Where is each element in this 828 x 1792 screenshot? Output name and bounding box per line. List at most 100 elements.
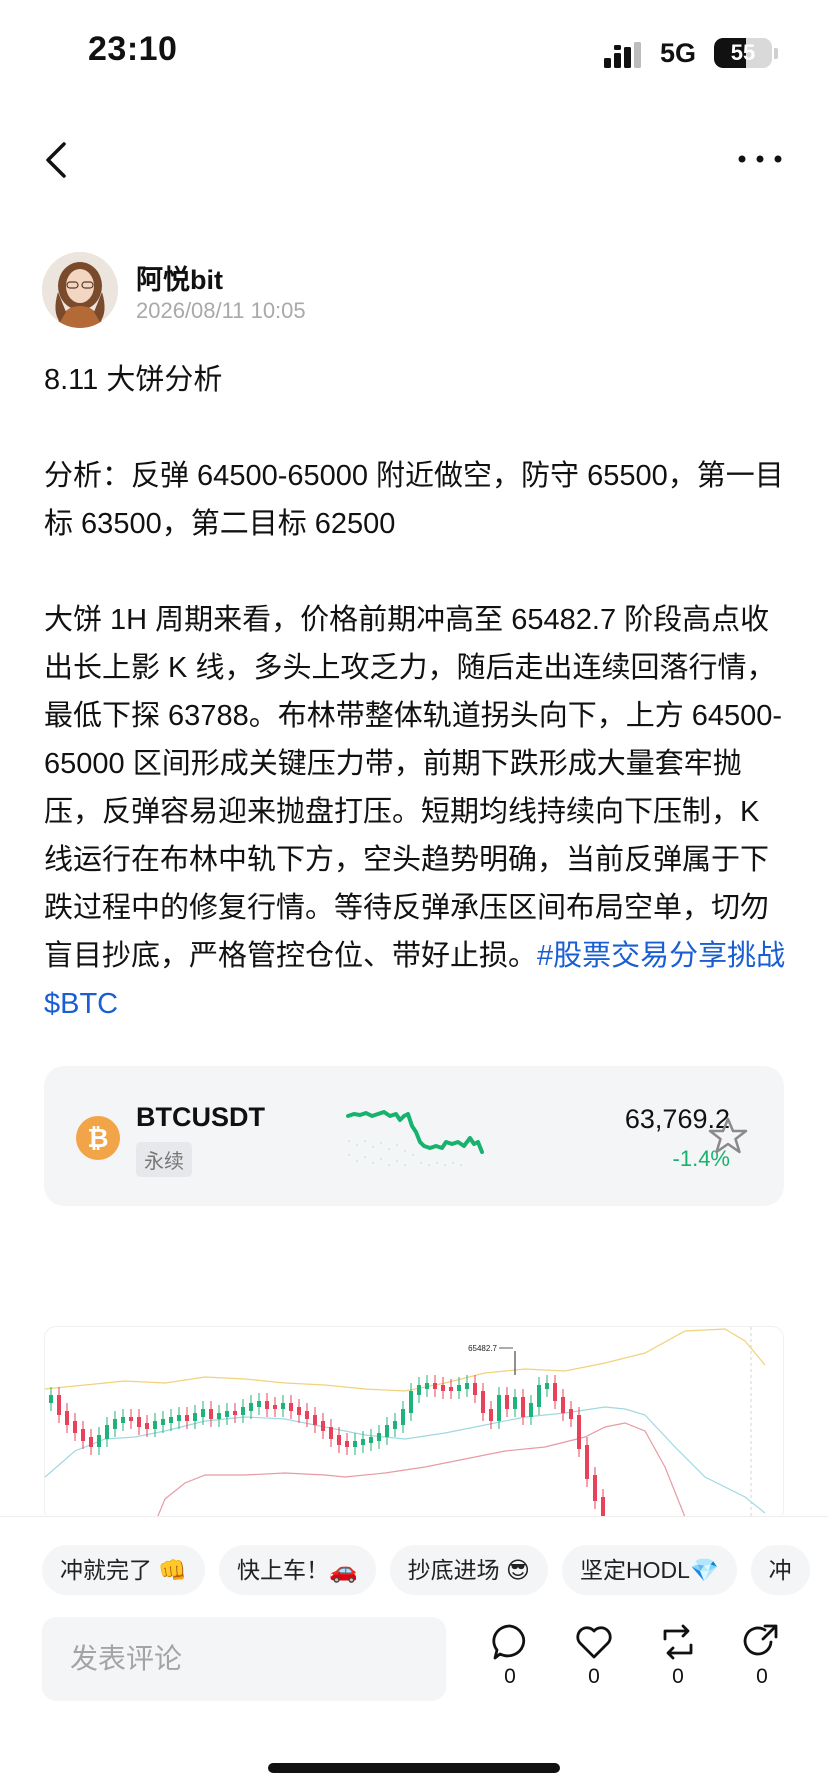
candle-body — [505, 1395, 509, 1409]
candle-body — [321, 1421, 325, 1431]
candle-body — [521, 1397, 525, 1417]
candle-body — [481, 1391, 485, 1413]
candle-body — [377, 1433, 381, 1441]
like-count: 0 — [588, 1665, 600, 1688]
post-body: 大饼 1H 周期来看，价格前期冲高至 65482.7 阶段高点收出长上影 K 线… — [44, 596, 789, 1028]
bitcoin-icon: ₿ — [76, 1116, 120, 1160]
candle-body — [393, 1421, 397, 1429]
candle-body — [577, 1415, 581, 1449]
candle-body — [289, 1403, 293, 1411]
quick-reply-chips: 冲就完了 👊 快上车！🚗 抄底进场 😎 坚定HODL💎 冲 — [42, 1545, 828, 1597]
post-analysis: 分析：反弹 64500-65000 附近做空，防守 65500，第一目标 635… — [44, 460, 784, 540]
share-button[interactable]: 0 — [732, 1623, 792, 1703]
candle-body — [457, 1385, 461, 1391]
candle-body — [129, 1417, 133, 1421]
candle-body — [217, 1413, 221, 1419]
candle-body — [225, 1411, 229, 1417]
comment-button[interactable]: 0 — [480, 1623, 540, 1703]
candle-body — [465, 1383, 469, 1389]
chart-canvas: 65482.7 — [45, 1327, 766, 1521]
network-type: 5G — [660, 38, 697, 68]
home-indicator — [268, 1763, 560, 1773]
comment-count: 0 — [504, 1665, 516, 1688]
candle-body — [313, 1415, 317, 1425]
bottom-bar: 冲就完了 👊 快上车！🚗 抄底进场 😎 坚定HODL💎 冲 0 0 0 0 — [0, 1516, 828, 1792]
candle-body — [169, 1417, 173, 1423]
cellular-signal-icon — [604, 42, 641, 68]
quick-reply-chip[interactable]: 冲 — [750, 1545, 810, 1595]
quick-reply-chip[interactable]: 冲就完了 👊 — [42, 1545, 206, 1595]
post-body-text: 大饼 1H 周期来看，价格前期冲高至 65482.7 阶段高点收出长上影 K 线… — [44, 604, 783, 972]
candle-body — [489, 1409, 493, 1421]
candle-body — [241, 1407, 245, 1415]
candle-body — [297, 1407, 301, 1415]
candle-body — [249, 1403, 253, 1411]
ticker-change: -1.4% — [672, 1146, 730, 1171]
cashtag-link[interactable]: $BTC — [44, 988, 118, 1020]
avatar-portrait-icon — [42, 252, 118, 328]
candle-body — [233, 1411, 237, 1415]
post-title: 8.11 大饼分析 — [44, 364, 223, 396]
candle-body — [529, 1403, 533, 1417]
quick-reply-chip[interactable]: 坚定HODL💎 — [562, 1545, 737, 1595]
candle-body — [185, 1415, 189, 1421]
candle-body — [569, 1409, 573, 1419]
candle-body — [409, 1391, 413, 1413]
quick-reply-chip[interactable]: 抄底进场 😎 — [389, 1545, 549, 1595]
status-time: 23:10 — [88, 30, 178, 68]
candle-body — [329, 1427, 333, 1439]
candle-body — [417, 1385, 421, 1395]
repost-button[interactable]: 0 — [648, 1623, 708, 1703]
ticker-card[interactable]: ₿ BTCUSDT 永续 63,769.2 -1.4% — [44, 1066, 784, 1206]
ticker-price: 63,769.2 — [624, 1104, 730, 1134]
post-datetime: 2026/08/11 10:05 — [136, 298, 306, 323]
candle-body — [257, 1401, 261, 1407]
candle-body — [81, 1429, 85, 1441]
heart-icon — [576, 1626, 612, 1659]
ticker-symbol: BTCUSDT — [136, 1102, 265, 1132]
repost-icon — [663, 1624, 693, 1660]
author-avatar[interactable] — [42, 252, 118, 328]
candle-body — [153, 1421, 157, 1429]
candle-body — [585, 1445, 589, 1479]
candle-body — [113, 1419, 117, 1429]
candle-body — [537, 1385, 541, 1407]
repost-count: 0 — [672, 1665, 684, 1688]
candle-body — [177, 1415, 181, 1421]
more-options-icon[interactable] — [736, 146, 784, 172]
candle-body — [89, 1437, 93, 1447]
candle-body — [281, 1403, 285, 1409]
candle-body — [265, 1401, 269, 1409]
comment-input[interactable] — [42, 1617, 446, 1701]
like-button[interactable]: 0 — [564, 1623, 624, 1703]
candle-body — [273, 1405, 277, 1409]
candle-body — [161, 1419, 165, 1425]
chart-high-label: 65482.7 — [468, 1344, 497, 1353]
candle-body — [385, 1425, 389, 1437]
candle-body — [73, 1421, 77, 1433]
author-name[interactable]: 阿悦bit — [136, 258, 223, 297]
quick-reply-chip[interactable]: 快上车！🚗 — [219, 1545, 376, 1595]
candle-body — [353, 1441, 357, 1447]
candle-body — [433, 1383, 437, 1389]
hashtag-link[interactable]: #股票交易分享挑战 — [537, 940, 785, 972]
candle-body — [193, 1413, 197, 1421]
candle-body — [369, 1437, 373, 1443]
candle-body — [49, 1395, 53, 1403]
candle-body — [97, 1435, 101, 1447]
candle-body — [441, 1385, 445, 1391]
candle-body — [593, 1475, 597, 1501]
candle-body — [425, 1383, 429, 1389]
candle-body — [105, 1425, 109, 1439]
battery-tip — [774, 48, 778, 59]
back-chevron-icon[interactable] — [40, 140, 72, 180]
candle-body — [145, 1423, 149, 1429]
candle-body — [553, 1383, 557, 1401]
candle-body — [473, 1383, 477, 1395]
candle-body — [449, 1387, 453, 1391]
favorite-star-icon[interactable] — [708, 1116, 748, 1156]
author-header: 阿悦bit 2026/08/11 10:05 — [42, 252, 642, 330]
candle-body — [137, 1417, 141, 1427]
candle-body — [361, 1439, 365, 1445]
candle-body — [401, 1409, 405, 1425]
